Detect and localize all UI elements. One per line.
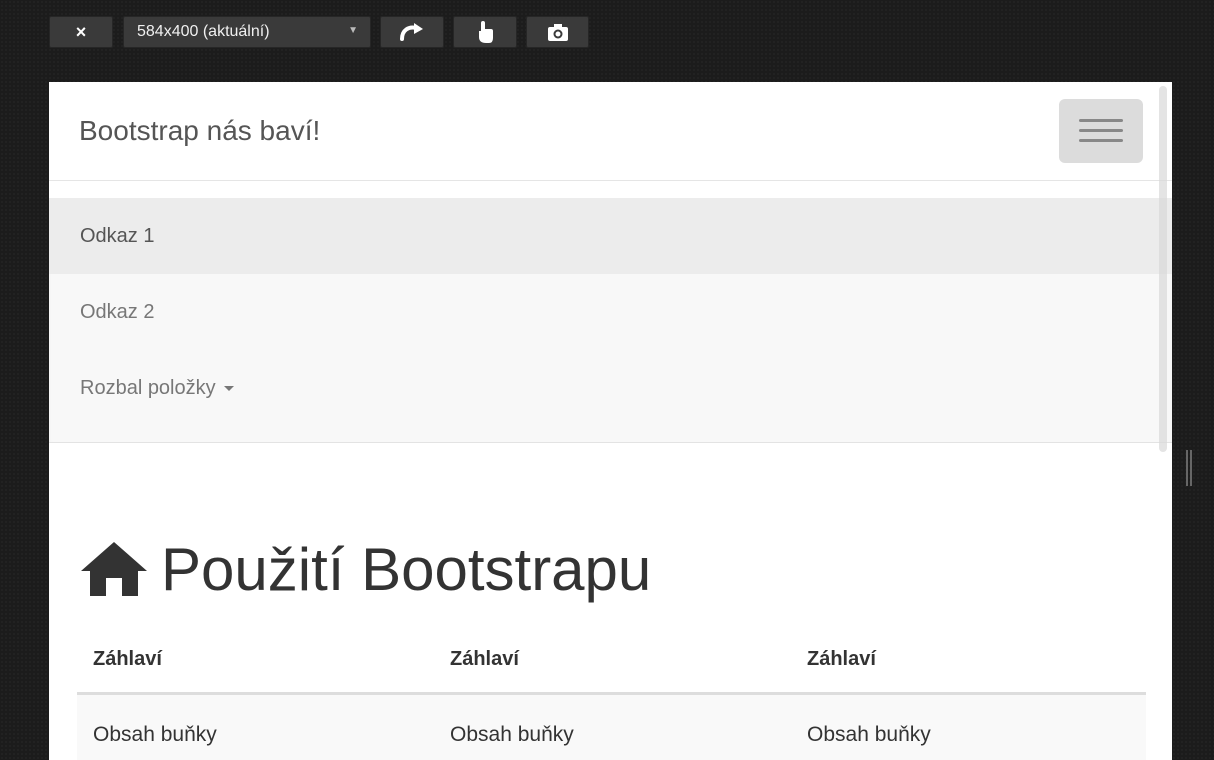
rotate-button[interactable] xyxy=(380,16,444,48)
navbar: Bootstrap nás baví! xyxy=(49,82,1172,181)
screenshot-button[interactable] xyxy=(526,16,589,48)
nav-link-label: Rozbal položky xyxy=(80,377,216,399)
touch-simulation-button[interactable] xyxy=(453,16,517,48)
touch-icon xyxy=(479,21,493,43)
nav-link-odkaz-1[interactable]: Odkaz 1 xyxy=(49,198,1172,274)
close-icon: × xyxy=(75,21,87,42)
data-table: Záhlaví Záhlaví Záhlaví Obsah buňky Obsa… xyxy=(77,627,1146,760)
hamburger-bar xyxy=(1079,139,1123,142)
responsive-viewport: Bootstrap nás baví! Odkaz 1 Odkaz 2 Rozb… xyxy=(49,82,1172,760)
viewport-size-label: 584x400 (aktuální) xyxy=(137,23,270,40)
table-cell: Obsah buňky xyxy=(791,693,1146,760)
nav-link-odkaz-2[interactable]: Odkaz 2 xyxy=(49,274,1172,350)
resize-handle[interactable] xyxy=(1186,450,1192,486)
table-header-row: Záhlaví Záhlaví Záhlaví xyxy=(77,627,1146,695)
emulator-toolbar: × 584x400 (aktuální) ▼ xyxy=(0,0,1214,70)
viewport-size-select[interactable]: 584x400 (aktuální) ▼ xyxy=(123,16,371,48)
table-row: Obsah buňky Obsah buňky Obsah buňky xyxy=(77,693,1146,760)
page-title: Použití Bootstrapu xyxy=(161,535,652,603)
nav-link-label: Odkaz 2 xyxy=(80,301,155,323)
home-icon xyxy=(81,542,147,596)
navbar-brand[interactable]: Bootstrap nás baví! xyxy=(79,115,320,147)
navbar-collapse-menu: Odkaz 1 Odkaz 2 Rozbal položky xyxy=(49,198,1172,443)
navbar-toggle-button[interactable] xyxy=(1059,99,1143,163)
viewport-scrollbar[interactable] xyxy=(1159,86,1167,452)
nav-link-label: Odkaz 1 xyxy=(80,225,155,247)
rotate-icon xyxy=(400,23,423,41)
table-header: Záhlaví xyxy=(77,627,434,695)
page-heading: Použití Bootstrapu xyxy=(79,534,651,604)
caret-down-icon: ▼ xyxy=(348,25,358,36)
table-cell: Obsah buňky xyxy=(434,693,791,760)
hamburger-bar xyxy=(1079,119,1123,122)
table-cell: Obsah buňky xyxy=(77,693,434,760)
hamburger-bar xyxy=(1079,129,1123,132)
nav-dropdown-toggle[interactable]: Rozbal položky xyxy=(49,350,1172,426)
table-header: Záhlaví xyxy=(791,627,1146,695)
table-header: Záhlaví xyxy=(434,627,791,695)
close-button[interactable]: × xyxy=(49,16,113,48)
camera-icon xyxy=(547,24,568,41)
caret-down-icon xyxy=(223,386,234,392)
